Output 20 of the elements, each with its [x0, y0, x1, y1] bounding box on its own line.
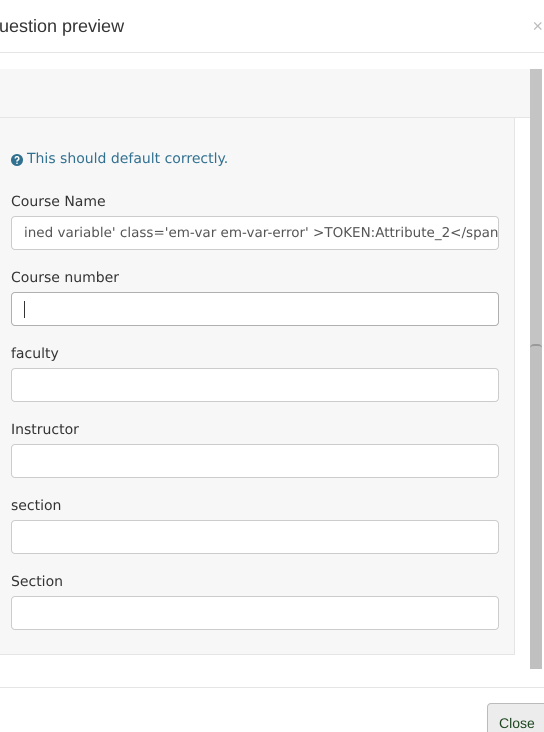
close-button[interactable]: Close: [487, 703, 544, 732]
field-label: Course number: [11, 271, 120, 286]
input-field[interactable]: [11, 368, 499, 402]
field-label: faculty: [11, 347, 60, 362]
text-cursor: [24, 300, 25, 318]
dialog-title: uestion preview: [0, 14, 124, 38]
field-label: Section: [11, 575, 64, 590]
scrollbar-thumb[interactable]: [530, 344, 542, 669]
help-text: This should default correctly.: [27, 150, 228, 169]
field-value: ined variable' class='em-var em-var-error' >TOKEN:Attribute_2</span: [24, 224, 498, 243]
help-icon: [11, 154, 23, 166]
scrollbar[interactable]: [530, 69, 542, 669]
input-field[interactable]: [11, 520, 499, 554]
input-field[interactable]: [11, 444, 499, 478]
field-label: Course Name: [11, 195, 107, 210]
input-field[interactable]: ined variable' class='em-var em-var-error' >TOKEN:Attribute_2</span: [11, 216, 499, 250]
field-label: section: [11, 499, 62, 514]
input-field[interactable]: [11, 596, 499, 630]
field-label: Instructor: [11, 423, 80, 438]
input-field[interactable]: [11, 292, 499, 326]
